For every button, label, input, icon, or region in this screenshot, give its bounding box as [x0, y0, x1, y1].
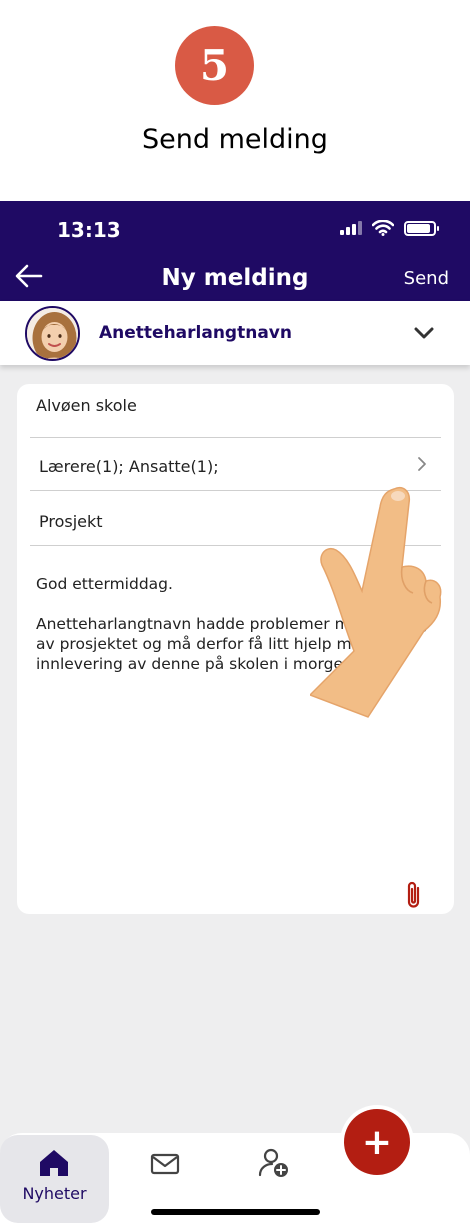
fab-container: + [340, 1105, 414, 1179]
phone-screen: 13:13 Ny melding Send Anetteharlangtnavn… [0, 201, 470, 1225]
tutorial-page: 5 Send melding 13:13 Ny melding Send Ane… [0, 0, 470, 1225]
app-header: 13:13 Ny melding Send [0, 201, 470, 301]
school-field[interactable]: Alvøen skole [30, 384, 441, 438]
home-icon [40, 1150, 68, 1176]
recipients-label: Lærere(1); Ansatte(1); [39, 457, 219, 476]
new-item-button[interactable]: + [344, 1109, 410, 1175]
battery-icon [404, 220, 439, 236]
page-title: Ny melding [161, 265, 309, 291]
tab-home[interactable]: Nyheter [0, 1135, 109, 1223]
student-name: Anetteharlangtnavn [99, 323, 292, 343]
add-contact-icon[interactable] [258, 1148, 290, 1178]
student-selector[interactable]: Anetteharlangtnavn [0, 301, 470, 365]
avatar [25, 306, 80, 361]
paperclip-icon[interactable] [404, 879, 424, 911]
chevron-down-icon[interactable] [414, 325, 434, 341]
cellular-signal-icon [340, 221, 362, 235]
status-time: 13:13 [57, 218, 121, 242]
status-icons [340, 220, 439, 236]
chevron-right-icon [418, 457, 426, 471]
send-button[interactable]: Send [404, 268, 449, 289]
step-title: Send melding [142, 124, 328, 155]
tab-home-label: Nyheter [22, 1184, 87, 1203]
step-number-badge: 5 [175, 26, 254, 105]
mail-icon[interactable] [150, 1153, 180, 1175]
wifi-icon [372, 220, 394, 236]
home-indicator [151, 1209, 320, 1215]
pointing-hand-icon [310, 487, 442, 718]
